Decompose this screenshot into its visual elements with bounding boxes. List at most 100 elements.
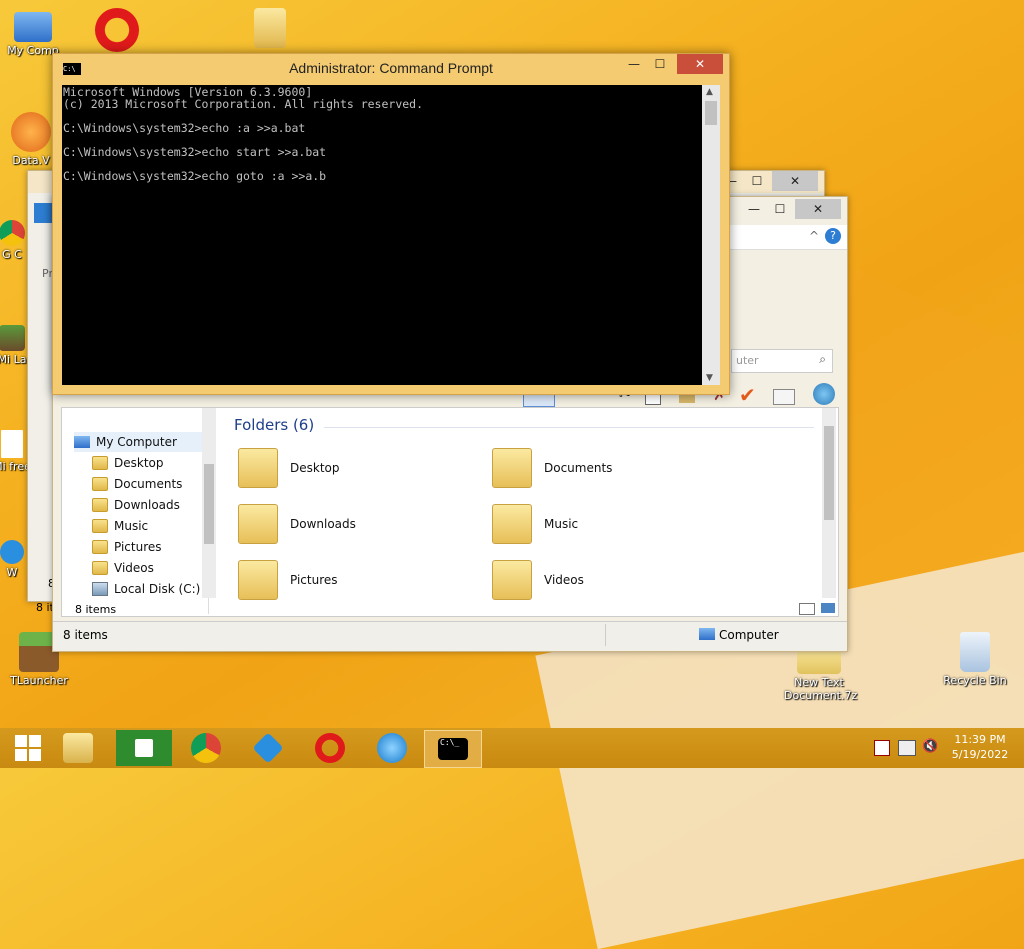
- desktop-icon-my-computer[interactable]: My Comp: [0, 10, 68, 57]
- opera-icon: [315, 733, 345, 763]
- ribbon-tab[interactable]: [34, 203, 54, 223]
- status-divider: [605, 624, 606, 646]
- clock[interactable]: 11:39 PM 5/19/2022: [948, 732, 1012, 762]
- taskbar-ie[interactable]: [364, 730, 420, 766]
- search-icon[interactable]: ⌕: [819, 352, 826, 367]
- tree-item-label: Pictures: [114, 540, 162, 554]
- folder-icon: [92, 540, 108, 554]
- folder-music[interactable]: Music: [492, 504, 578, 544]
- close-button[interactable]: ✕: [795, 199, 841, 219]
- console-scrollbar[interactable]: ▲ ▼: [702, 85, 720, 385]
- desktop-icon-7z[interactable]: New Text Document.7z: [784, 646, 858, 702]
- tree-item-my-computer[interactable]: My Computer: [74, 432, 204, 452]
- folder-label: Downloads: [290, 517, 356, 531]
- console-line: C:\Windows\system32>echo :a >>a.bat: [63, 121, 306, 135]
- chrome-icon: [191, 733, 221, 763]
- tree-item-label: Documents: [114, 477, 183, 491]
- desktop-icon-opera[interactable]: [82, 8, 152, 54]
- section-title: Folders (6): [234, 416, 315, 434]
- tree-item-videos[interactable]: Videos: [92, 561, 154, 575]
- clock-time: 11:39 PM: [954, 733, 1006, 746]
- app-icon: [252, 732, 284, 764]
- file-explorer-icon: [63, 733, 93, 763]
- maximize-button[interactable]: ☐: [647, 54, 673, 74]
- folder-icon: [92, 561, 108, 575]
- folder-label: Music: [544, 517, 579, 531]
- tree-item-documents[interactable]: Documents: [92, 477, 182, 491]
- status-right-text: Computer: [719, 628, 779, 642]
- taskbar-cmd[interactable]: C:\_: [424, 730, 482, 768]
- scroll-down-arrow[interactable]: ▼: [706, 373, 713, 383]
- close-button[interactable]: ✕: [772, 171, 818, 191]
- globe-icon[interactable]: [813, 383, 835, 405]
- tree-item-label: Music: [114, 519, 149, 533]
- folder-desktop[interactable]: Desktop: [238, 448, 340, 488]
- folder-icon: [238, 504, 278, 544]
- console-line: C:\Windows\system32>echo goto :a >>a.b: [63, 169, 327, 183]
- desktop-icon-folder[interactable]: [235, 8, 305, 50]
- action-center-icon[interactable]: [874, 740, 890, 756]
- maximize-button[interactable]: ☐: [767, 199, 793, 219]
- chevron-up-icon[interactable]: ^: [809, 229, 819, 243]
- status-bar: 8 items Computer: [53, 621, 847, 650]
- folder-downloads[interactable]: Downloads: [238, 504, 356, 544]
- tree-scrollbar[interactable]: [202, 408, 216, 598]
- desktop-icon-recycle-bin[interactable]: Recycle Bin: [940, 632, 1010, 687]
- scroll-thumb[interactable]: [824, 426, 834, 520]
- tree-item-music[interactable]: Music: [92, 519, 148, 533]
- help-icon[interactable]: ?: [825, 228, 841, 244]
- folder-icon: [492, 448, 532, 488]
- chrome-icon: [0, 220, 25, 246]
- folder-label: Pictures: [290, 573, 338, 587]
- console-output[interactable]: Microsoft Windows [Version 6.3.9600] (c)…: [62, 85, 702, 385]
- folder-label: Videos: [544, 573, 584, 587]
- tree-item-pictures[interactable]: Pictures: [92, 540, 162, 554]
- computer-icon: [74, 436, 90, 448]
- properties-icon[interactable]: [773, 389, 795, 405]
- desktop-icon-label: New Text Document.7z: [784, 676, 858, 702]
- details-view-icon[interactable]: [799, 603, 815, 615]
- folder-pictures[interactable]: Pictures: [238, 560, 338, 600]
- taskbar-chrome[interactable]: [178, 730, 234, 766]
- minimize-button[interactable]: —: [621, 54, 647, 74]
- large-icons-view-icon[interactable]: [821, 603, 835, 613]
- network-icon[interactable]: [898, 740, 916, 756]
- folder-icon: [92, 498, 108, 512]
- folder-icon: [92, 519, 108, 533]
- clock-date: 5/19/2022: [951, 748, 1009, 761]
- tree-item-label: My Computer: [96, 435, 177, 449]
- desktop-icon-label: TLauncher: [10, 674, 68, 687]
- folder-label: Documents: [544, 461, 613, 475]
- tree-item-local-disk[interactable]: Local Disk (C:): [92, 582, 200, 596]
- taskbar-opera[interactable]: [302, 730, 358, 766]
- store-icon: [135, 739, 153, 757]
- tree-item-label: Desktop: [114, 456, 164, 470]
- scroll-thumb[interactable]: [204, 464, 214, 544]
- tree-item-label: Downloads: [114, 498, 180, 512]
- taskbar-explorer[interactable]: [50, 730, 106, 766]
- check-icon[interactable]: ✔: [739, 383, 756, 407]
- scroll-up-arrow[interactable]: ▲: [706, 87, 713, 97]
- search-box[interactable]: uter ⌕: [731, 349, 833, 373]
- content-scrollbar[interactable]: [822, 408, 836, 598]
- internet-explorer-icon: [377, 733, 407, 763]
- folder-icon: [92, 456, 108, 470]
- start-button[interactable]: [0, 730, 56, 766]
- close-button[interactable]: ✕: [677, 54, 723, 74]
- tree-item-downloads[interactable]: Downloads: [92, 498, 180, 512]
- folder-documents[interactable]: Documents: [492, 448, 612, 488]
- maximize-button[interactable]: ☐: [744, 171, 770, 191]
- taskbar-store[interactable]: [116, 730, 172, 766]
- taskbar-app[interactable]: [240, 730, 296, 766]
- app-icon: [0, 540, 24, 564]
- volume-muted-icon[interactable]: 🔇: [922, 739, 938, 754]
- scroll-thumb[interactable]: [705, 101, 717, 125]
- tree-item-desktop[interactable]: Desktop: [92, 456, 164, 470]
- drive-icon: [92, 582, 108, 596]
- folder-videos[interactable]: Videos: [492, 560, 584, 600]
- sun-shape-icon: [11, 112, 51, 152]
- console-line: C:\Windows\system32>echo start >>a.bat: [63, 145, 327, 159]
- minimize-button[interactable]: —: [741, 199, 767, 219]
- command-prompt-window[interactable]: C:\ Administrator: Command Prompt — ☐ ✕ …: [52, 53, 730, 395]
- cmd-icon: C:\_: [438, 738, 468, 760]
